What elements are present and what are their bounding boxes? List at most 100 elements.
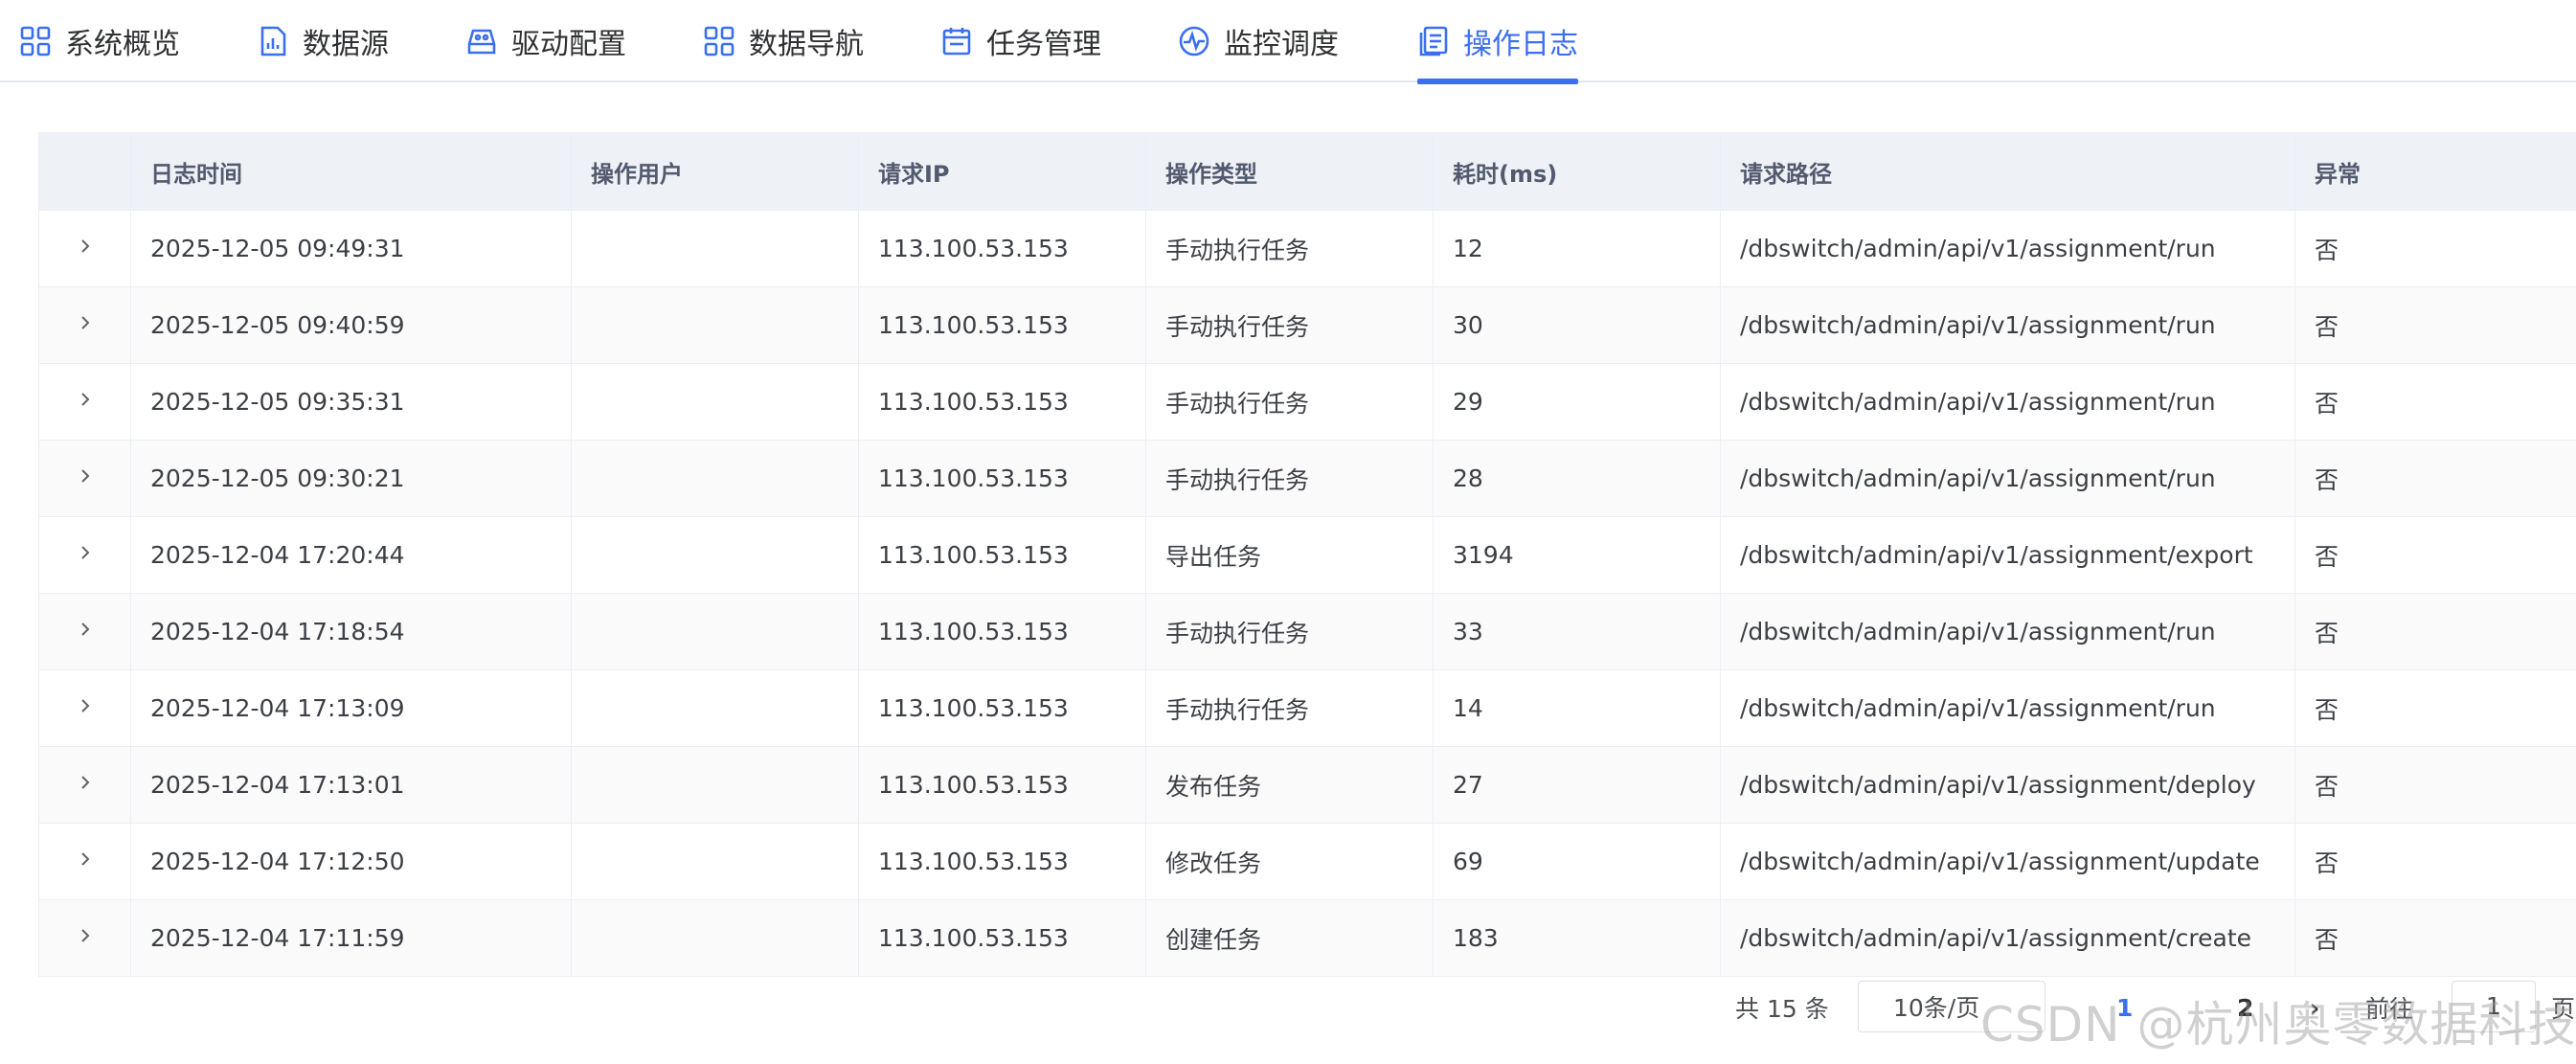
cell-log-time: 2025-12-04 17:13:01 xyxy=(130,746,572,824)
table-header-row: 日志时间 操作用户 请求IP 操作类型 耗时(ms) 请求路径 异常 xyxy=(38,133,2576,211)
chevron-right-icon xyxy=(80,469,89,483)
cell-ip: 113.100.53.153 xyxy=(858,823,1146,900)
tab-system-overview[interactable]: 系统概览 xyxy=(19,0,180,82)
cell-user xyxy=(571,516,859,594)
cell-user xyxy=(571,669,859,747)
table-row[interactable]: 2025-12-04 17:11:59 113.100.53.153 创建任务 183… xyxy=(38,899,2576,977)
goto-label: 前往 xyxy=(2365,995,2414,1023)
next-page-chevron-icon[interactable]: › xyxy=(2310,994,2319,1022)
cell-user xyxy=(571,363,859,441)
tab-datasource[interactable]: 数据源 xyxy=(257,0,389,82)
expand-row-button[interactable] xyxy=(38,286,131,364)
cell-duration: 30 xyxy=(1433,286,1721,364)
cell-type: 手动执行任务 xyxy=(1145,363,1434,441)
table-row[interactable]: 2025-12-04 17:12:50 113.100.53.153 修改任务 69/… xyxy=(38,823,2576,900)
expand-row-button[interactable] xyxy=(38,363,131,441)
table-row[interactable]: 2025-12-05 09:30:21 113.100.53.153 手动执行任务 2… xyxy=(38,440,2576,517)
bar-chart-icon xyxy=(257,25,289,57)
grid-icon xyxy=(19,25,52,57)
cell-path: /dbswitch/admin/api/v1/assignment/run xyxy=(1720,286,2295,364)
cell-error: 否 xyxy=(2294,823,2576,900)
expand-row-button[interactable] xyxy=(38,593,131,670)
column-header-ip[interactable]: 请求IP xyxy=(858,133,1146,211)
grid-icon xyxy=(703,25,735,57)
cell-log-time: 2025-12-04 17:11:59 xyxy=(130,899,572,977)
cell-duration: 28 xyxy=(1433,440,1721,517)
cell-user xyxy=(571,440,859,517)
cell-path: /dbswitch/admin/api/v1/assignment/run xyxy=(1720,593,2295,670)
log-table: 日志时间 操作用户 请求IP 操作类型 耗时(ms) 请求路径 异常 2025-… xyxy=(38,132,2576,978)
column-header-duration[interactable]: 耗时(ms) xyxy=(1433,133,1721,211)
cell-error: 否 xyxy=(2294,210,2576,287)
tab-operation-log[interactable]: 操作日志 xyxy=(1417,0,1578,84)
expand-row-button[interactable] xyxy=(38,823,131,900)
pulse-icon xyxy=(1178,25,1210,57)
expand-row-button[interactable] xyxy=(38,899,131,977)
column-header-log-time[interactable]: 日志时间 xyxy=(130,133,572,211)
column-header-user[interactable]: 操作用户 xyxy=(571,133,859,211)
chevron-right-icon xyxy=(80,623,89,636)
page-1-button[interactable]: 1 xyxy=(2116,994,2133,1022)
cell-ip: 113.100.53.153 xyxy=(858,363,1146,441)
cell-error: 否 xyxy=(2294,516,2576,594)
cell-duration: 183 xyxy=(1433,899,1721,977)
cell-type: 手动执行任务 xyxy=(1145,210,1434,287)
cell-type: 创建任务 xyxy=(1145,899,1434,977)
expand-row-button[interactable] xyxy=(38,669,131,747)
cell-user xyxy=(571,746,859,824)
cell-ip: 113.100.53.153 xyxy=(858,593,1146,670)
expand-row-button[interactable] xyxy=(38,746,131,824)
cell-ip: 113.100.53.153 xyxy=(858,899,1146,977)
table-row[interactable]: 2025-12-04 17:13:09 113.100.53.153 手动执行任务 1… xyxy=(38,669,2576,747)
cell-ip: 113.100.53.153 xyxy=(858,286,1146,364)
table-row[interactable]: 2025-12-04 17:13:01 113.100.53.153 发布任务 27/… xyxy=(38,746,2576,824)
cell-log-time: 2025-12-05 09:49:31 xyxy=(130,210,572,287)
cell-type: 修改任务 xyxy=(1145,823,1434,900)
cell-log-time: 2025-12-05 09:40:59 xyxy=(130,286,572,364)
chevron-right-icon xyxy=(80,239,89,253)
column-header-type[interactable]: 操作类型 xyxy=(1145,133,1434,211)
expand-row-button[interactable] xyxy=(38,516,131,594)
cell-ip: 113.100.53.153 xyxy=(858,746,1146,824)
chevron-right-icon xyxy=(80,393,89,406)
cell-path: /dbswitch/admin/api/v1/assignment/deploy xyxy=(1720,746,2295,824)
table-row[interactable]: 2025-12-05 09:35:31 113.100.53.153 手动执行任务 2… xyxy=(38,363,2576,441)
page-2-button[interactable]: 2 xyxy=(2237,994,2253,1022)
cell-log-time: 2025-12-04 17:20:44 xyxy=(130,516,572,594)
chevron-right-icon xyxy=(80,852,89,866)
cell-path: /dbswitch/admin/api/v1/assignment/run xyxy=(1720,363,2295,441)
cell-ip: 113.100.53.153 xyxy=(858,210,1146,287)
column-header-error[interactable]: 异常 xyxy=(2294,133,2576,211)
table-row[interactable]: 2025-12-04 17:18:54 113.100.53.153 手动执行任务 3… xyxy=(38,593,2576,670)
cell-path: /dbswitch/admin/api/v1/assignment/create xyxy=(1720,899,2295,977)
cell-path: /dbswitch/admin/api/v1/assignment/export xyxy=(1720,516,2295,594)
tab-label: 操作日志 xyxy=(1463,28,1578,61)
cell-path: /dbswitch/admin/api/v1/assignment/run xyxy=(1720,440,2295,517)
tab-task-management[interactable]: 任务管理 xyxy=(940,0,1101,82)
drive-icon xyxy=(465,25,498,57)
jump-page-input[interactable]: 1 xyxy=(2452,981,2536,1032)
tab-data-navigation[interactable]: 数据导航 xyxy=(703,0,864,82)
tab-driver-config[interactable]: 驱动配置 xyxy=(465,0,626,82)
cell-log-time: 2025-12-05 09:30:21 xyxy=(130,440,572,517)
table-row[interactable]: 2025-12-04 17:20:44 113.100.53.153 导出任务 319… xyxy=(38,516,2576,594)
expand-row-button[interactable] xyxy=(38,440,131,517)
tab-monitor-schedule[interactable]: 监控调度 xyxy=(1178,0,1339,82)
page-size-select[interactable]: 10条/页 xyxy=(1858,981,2045,1032)
column-header-path[interactable]: 请求路径 xyxy=(1720,133,2295,211)
cell-log-time: 2025-12-04 17:13:09 xyxy=(130,669,572,747)
total-count: 共 15 条 xyxy=(1735,995,1829,1023)
table-row[interactable]: 2025-12-05 09:49:31 113.100.53.153 手动执行任务 1… xyxy=(38,210,2576,287)
cell-type: 手动执行任务 xyxy=(1145,669,1434,747)
expand-row-button[interactable] xyxy=(38,210,131,287)
cell-path: /dbswitch/admin/api/v1/assignment/run xyxy=(1720,669,2295,747)
cell-duration: 29 xyxy=(1433,363,1721,441)
cell-user xyxy=(571,286,859,364)
cell-error: 否 xyxy=(2294,593,2576,670)
cell-error: 否 xyxy=(2294,669,2576,747)
tab-label: 数据源 xyxy=(303,28,389,61)
chevron-right-icon xyxy=(80,929,89,942)
chevron-right-icon xyxy=(80,776,89,789)
table-row[interactable]: 2025-12-05 09:40:59 113.100.53.153 手动执行任务 3… xyxy=(38,286,2576,364)
cell-type: 手动执行任务 xyxy=(1145,593,1434,670)
